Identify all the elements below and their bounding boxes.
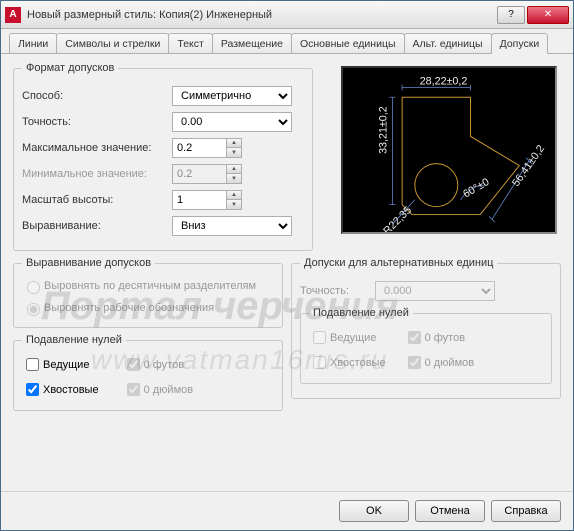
tab-fit[interactable]: Размещение (212, 33, 292, 54)
tol-align-group: Выравнивание допусков Выровнять по десят… (13, 257, 283, 328)
max-spinner[interactable]: ▲▼ (226, 138, 242, 158)
align-select[interactable]: Вниз (172, 216, 292, 236)
tab-strip: Линии Символы и стрелки Текст Размещение… (1, 29, 573, 54)
alt-inches-check: 0 дюймов (404, 353, 475, 372)
dialog-footer: OK Отмена Справка (1, 491, 573, 530)
tol-align-legend: Выравнивание допусков (22, 257, 155, 269)
preview-pane: 28,22±0,2 33,21±0,2 56,41±0,2 60°±0 R22,… (341, 66, 557, 234)
tab-symbols[interactable]: Символы и стрелки (56, 33, 169, 54)
alt-zero-legend: Подавление нулей (309, 307, 413, 319)
scale-label: Масштаб высоты: (22, 194, 172, 206)
alt-zero-group: Подавление нулей Ведущие Хвостовые 0 фут… (300, 307, 552, 384)
format-legend: Формат допусков (22, 62, 118, 74)
align-label: Выравнивание: (22, 220, 172, 232)
alt-precision-label: Точность: (300, 285, 375, 297)
format-group: Формат допусков Способ: Симметрично Точн… (13, 62, 313, 251)
alt-leading-check: Ведущие (309, 328, 376, 347)
precision-select[interactable]: 0.00 (172, 112, 292, 132)
scale-input[interactable] (172, 190, 226, 210)
tab-lines[interactable]: Линии (9, 33, 57, 54)
help-button[interactable]: Справка (491, 500, 561, 522)
titlebar: A Новый размерный стиль: Копия(2) Инжене… (1, 1, 573, 29)
svg-text:56,41±0,2: 56,41±0,2 (510, 143, 547, 189)
align-decimal-radio: Выровнять по десятичным разделителям (22, 278, 256, 294)
ok-button[interactable]: OK (339, 500, 409, 522)
max-input[interactable] (172, 138, 226, 158)
min-spinner: ▲▼ (226, 164, 242, 184)
min-input (172, 164, 226, 184)
inches-check: 0 дюймов (123, 380, 194, 399)
alt-group: Допуски для альтернативных единиц Точнос… (291, 257, 561, 399)
align-symbol-radio: Выровнять рабочие обозначения (22, 300, 214, 316)
feet-check: 0 футов (123, 355, 184, 374)
alt-precision-select: 0.000 (375, 281, 495, 301)
tab-primary[interactable]: Основные единицы (291, 33, 405, 54)
svg-text:33,21±0,2: 33,21±0,2 (378, 106, 390, 154)
max-label: Максимальное значение: (22, 142, 172, 154)
window-title: Новый размерный стиль: Копия(2) Инженерн… (27, 9, 497, 21)
tab-alt[interactable]: Альт. единицы (404, 33, 492, 54)
leading-check[interactable]: Ведущие (22, 355, 89, 374)
trailing-check[interactable]: Хвостовые (22, 380, 99, 399)
zero-sup-group: Подавление нулей Ведущие Хвостовые 0 фут… (13, 334, 283, 411)
min-label: Минимальное значение: (22, 168, 172, 180)
scale-spinner[interactable]: ▲▼ (226, 190, 242, 210)
method-label: Способ: (22, 90, 172, 102)
svg-text:R22,35: R22,35 (381, 204, 414, 232)
close-button[interactable]: ✕ (527, 6, 569, 24)
svg-text:28,22±0,2: 28,22±0,2 (420, 76, 468, 88)
method-select[interactable]: Симметрично (172, 86, 292, 106)
app-icon: A (5, 7, 21, 23)
svg-text:60°±0: 60°±0 (461, 176, 491, 200)
help-button-icon[interactable]: ? (497, 6, 525, 24)
tab-tolerances[interactable]: Допуски (491, 33, 549, 54)
alt-trailing-check: Хвостовые (309, 353, 386, 372)
tab-content: Портал черчения www.vatman16rus.ru 28,22… (1, 53, 573, 491)
dialog-window: A Новый размерный стиль: Копия(2) Инжене… (0, 0, 574, 531)
cancel-button[interactable]: Отмена (415, 500, 485, 522)
alt-legend: Допуски для альтернативных единиц (300, 257, 497, 269)
precision-label: Точность: (22, 116, 172, 128)
alt-feet-check: 0 футов (404, 328, 465, 347)
zero-sup-legend: Подавление нулей (22, 334, 126, 346)
tab-text[interactable]: Текст (168, 33, 212, 54)
